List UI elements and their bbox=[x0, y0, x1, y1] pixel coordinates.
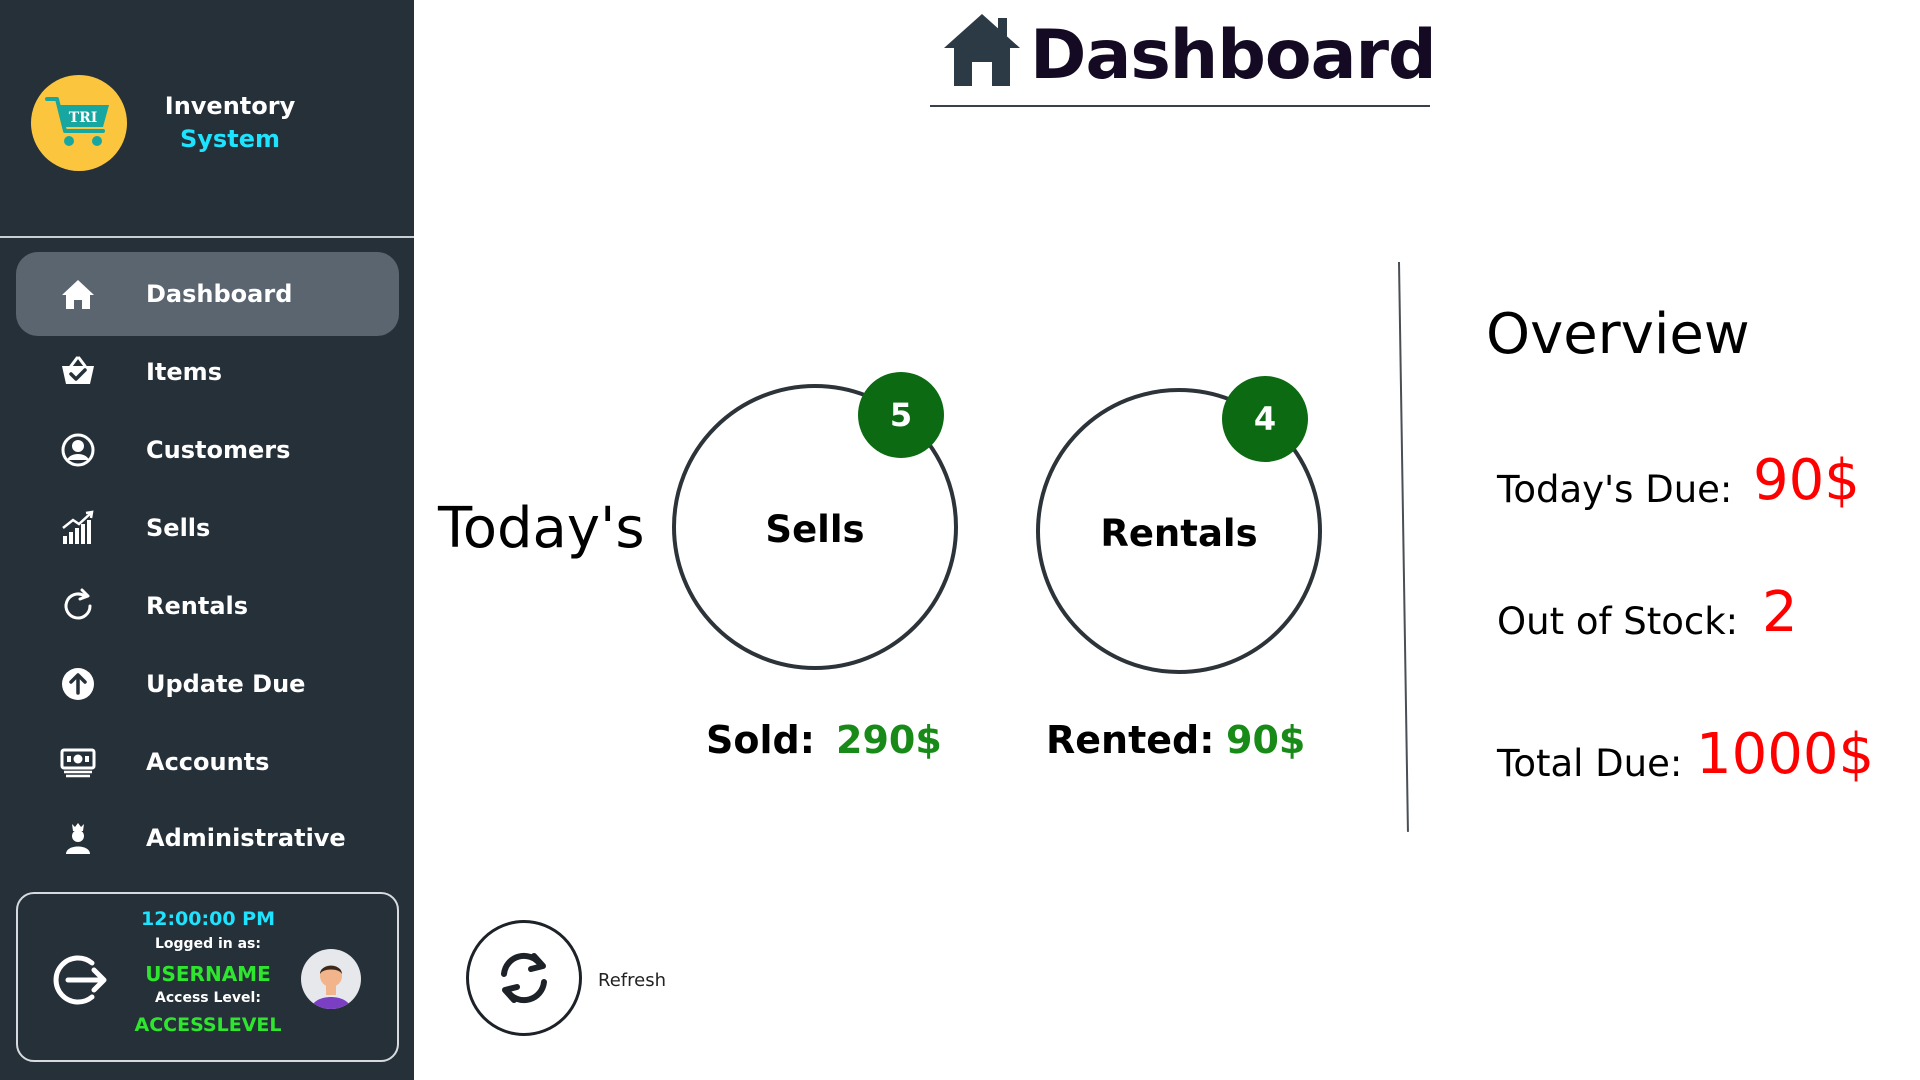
sidebar-item-dashboard[interactable]: Dashboard bbox=[16, 252, 399, 336]
arrow-up-circle-icon bbox=[62, 668, 94, 700]
sidebar-item-label: Rentals bbox=[146, 592, 249, 620]
refresh-icon bbox=[501, 952, 547, 1004]
sidebar-item-rentals[interactable]: Rentals bbox=[16, 564, 399, 648]
overview-title: Overview bbox=[1486, 302, 1750, 367]
money-icon bbox=[60, 748, 96, 778]
sidebar: TRI Inventory System Dashboard Items Cus… bbox=[0, 0, 414, 1080]
access-level: ACCESSLEVEL bbox=[134, 1014, 282, 1036]
logged-in-label: Logged in as: bbox=[155, 936, 261, 952]
sidebar-item-label: Sells bbox=[146, 514, 211, 542]
sold-label: Sold: bbox=[706, 718, 815, 762]
todays-due-value: 90$ bbox=[1753, 448, 1860, 513]
vertical-divider bbox=[1398, 261, 1409, 832]
refresh-label[interactable]: Refresh bbox=[598, 970, 666, 991]
sidebar-item-customers[interactable]: Customers bbox=[16, 408, 399, 492]
sidebar-item-label: Dashboard bbox=[146, 280, 293, 308]
sidebar-item-administrative[interactable]: Administrative bbox=[16, 796, 399, 880]
user-circle-icon bbox=[61, 433, 95, 467]
cart-logo-icon: TRI bbox=[45, 97, 109, 146]
sidebar-item-update-due[interactable]: Update Due bbox=[16, 642, 399, 726]
todays-heading: Today's bbox=[438, 496, 645, 561]
rented-value: 90$ bbox=[1226, 718, 1306, 762]
sidebar-item-label: Items bbox=[146, 358, 222, 386]
out-of-stock-value: 2 bbox=[1762, 580, 1798, 645]
access-level-label: Access Level: bbox=[155, 990, 261, 1006]
total-due-value: 1000$ bbox=[1696, 722, 1875, 787]
basket-icon bbox=[62, 356, 94, 384]
sells-count-badge: 5 bbox=[858, 372, 944, 458]
session-panel: 12:00:00 PM Logged in as: USERNAME Acces… bbox=[16, 892, 399, 1062]
refresh-button[interactable] bbox=[466, 920, 582, 1036]
username: USERNAME bbox=[145, 962, 271, 986]
sidebar-item-label: Update Due bbox=[146, 670, 306, 698]
sidebar-item-label: Customers bbox=[146, 436, 291, 464]
page-title: Dashboard bbox=[1030, 16, 1437, 95]
rotate-icon bbox=[64, 588, 92, 620]
chart-bars-icon bbox=[62, 510, 94, 544]
rentals-count-badge: 4 bbox=[1222, 376, 1308, 462]
sidebar-item-accounts[interactable]: Accounts bbox=[16, 720, 399, 804]
total-due-label: Total Due: bbox=[1497, 742, 1683, 785]
todays-due-label: Today's Due: bbox=[1497, 468, 1733, 511]
brand-area: TRI Inventory System bbox=[0, 0, 414, 238]
home-icon bbox=[944, 14, 1020, 86]
sidebar-item-label: Accounts bbox=[146, 748, 270, 776]
logo-text: TRI bbox=[69, 110, 98, 126]
sold-value: 290$ bbox=[836, 718, 942, 762]
out-of-stock-label: Out of Stock: bbox=[1497, 600, 1739, 643]
page-header: Dashboard bbox=[930, 10, 1437, 110]
sidebar-divider bbox=[0, 236, 414, 238]
sells-label: Sells bbox=[765, 508, 865, 551]
brand-title-line1: Inventory bbox=[164, 92, 296, 120]
sidebar-item-items[interactable]: Items bbox=[16, 330, 399, 414]
sidebar-item-label: Administrative bbox=[146, 824, 346, 852]
sidebar-item-sells[interactable]: Sells bbox=[16, 486, 399, 570]
admin-icon bbox=[66, 823, 90, 854]
rented-label: Rented: bbox=[1046, 718, 1215, 762]
logo: TRI bbox=[31, 75, 127, 171]
avatar bbox=[301, 949, 361, 1009]
clock-time: 12:00:00 PM bbox=[141, 908, 275, 930]
home-icon bbox=[62, 280, 94, 309]
header-underline bbox=[930, 105, 1430, 107]
brand-title-line2: System bbox=[180, 125, 280, 153]
rentals-label: Rentals bbox=[1100, 512, 1258, 555]
user-avatar-icon bbox=[311, 965, 351, 1009]
